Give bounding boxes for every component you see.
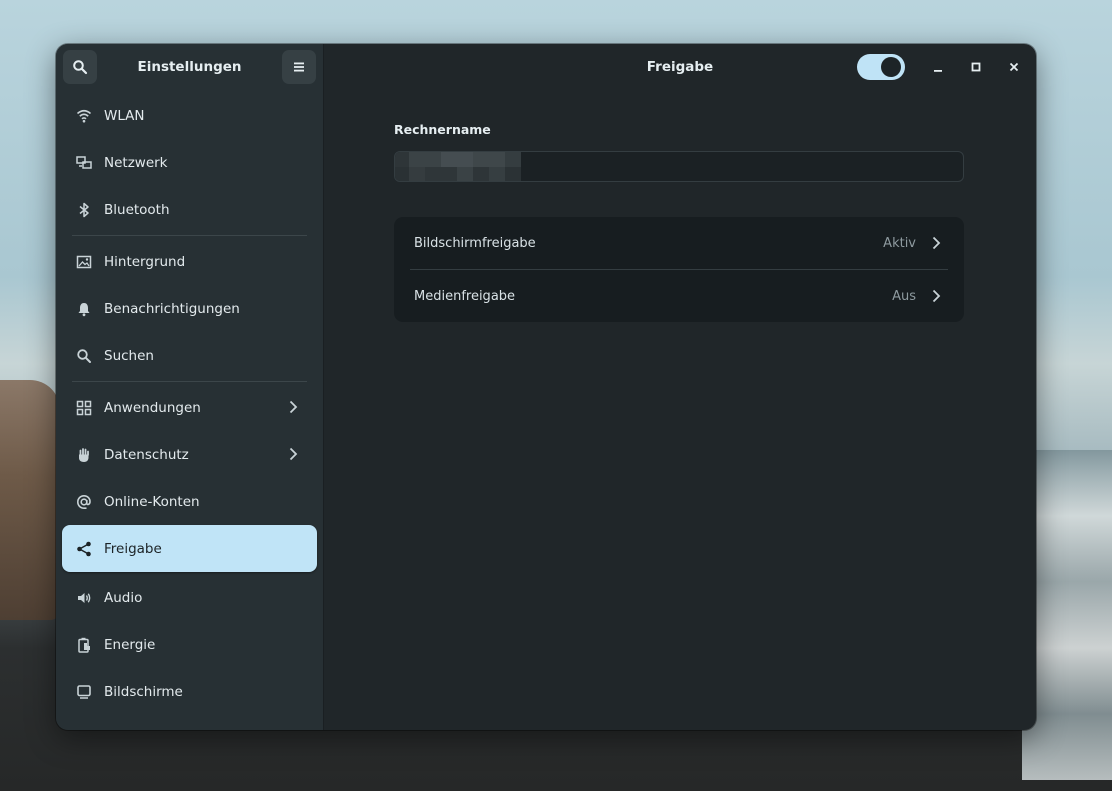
status-label: Aktiv [883, 235, 916, 251]
image-icon [76, 255, 92, 268]
battery-icon [78, 637, 90, 653]
wifi-icon [76, 109, 92, 122]
maximize-button[interactable] [966, 57, 986, 77]
row-label: Medienfreigabe [414, 288, 516, 304]
network-icon [76, 155, 92, 169]
sidebar-item-datenschutz[interactable]: Datenschutz [62, 431, 317, 478]
main-panel: Freigabe Rechnername Bildschirmfreigabe … [324, 44, 1036, 730]
sidebar-item-netzwerk[interactable]: Netzwerk [62, 139, 317, 186]
toggle-knob [881, 57, 901, 77]
sidebar-item-suchen[interactable]: Suchen [62, 332, 317, 379]
status-label: Aus [892, 288, 916, 304]
sidebar-item-energie[interactable]: Energie [62, 621, 317, 668]
at-icon [76, 494, 91, 509]
wallpaper-rock [0, 380, 60, 620]
sidebar-item-label: Freigabe [104, 540, 162, 557]
search-icon [77, 348, 91, 363]
sidebar-item-label: Bildschirme [104, 683, 183, 700]
sidebar-item-online-konten[interactable]: Online-Konten [62, 478, 317, 525]
close-button[interactable] [1004, 57, 1024, 77]
chevron-right-icon [932, 289, 941, 303]
sharing-content: Rechnername Bildschirmfreigabe Aktiv Med… [394, 122, 964, 322]
share-icon [77, 541, 91, 556]
sidebar-item-bildschirme[interactable]: Bildschirme [62, 668, 317, 715]
speaker-icon [78, 592, 91, 603]
minimize-button[interactable] [928, 57, 948, 77]
sidebar-item-benachrichtigungen[interactable]: Benachrichtigungen [62, 285, 317, 332]
sidebar-item-anwendungen[interactable]: Anwendungen [62, 384, 317, 431]
apps-grid-icon [76, 400, 92, 415]
row-label: Bildschirmfreigabe [414, 235, 536, 251]
hamburger-menu-icon [293, 62, 304, 72]
hand-icon [79, 447, 89, 462]
search-button[interactable] [63, 50, 97, 84]
sidebar-nav: WLAN Netzwerk Bluetooth Hintergrund Bena… [56, 90, 323, 715]
sidebar-item-label: Energie [104, 636, 156, 653]
minimize-icon [934, 70, 942, 72]
list-item-media-sharing[interactable]: Medienfreigabe Aus [394, 270, 964, 322]
sidebar-item-bluetooth[interactable]: Bluetooth [62, 186, 317, 233]
close-icon [1009, 62, 1019, 72]
sidebar-item-label: Bluetooth [104, 201, 170, 218]
header-bar: Freigabe [324, 44, 1036, 90]
sidebar-item-label: Suchen [104, 347, 154, 364]
sharing-toggle[interactable] [857, 54, 905, 80]
sidebar: Einstellungen WLAN Netzwerk Bluetooth Hi… [56, 44, 324, 730]
monitor-icon [77, 684, 91, 699]
main-menu-button[interactable] [281, 50, 316, 84]
sidebar-item-hintergrund[interactable]: Hintergrund [62, 238, 317, 285]
sidebar-item-label: Online-Konten [104, 493, 200, 510]
sidebar-item-label: Benachrichtigungen [104, 300, 240, 317]
sidebar-item-audio[interactable]: Audio [62, 574, 317, 621]
hostname-label: Rechnername [394, 122, 491, 137]
sidebar-title: Einstellungen [137, 59, 242, 75]
sidebar-item-label: Anwendungen [104, 399, 201, 416]
search-icon [73, 60, 88, 75]
sidebar-item-label: Datenschutz [104, 446, 189, 463]
sidebar-item-label: WLAN [104, 107, 145, 124]
chevron-right-icon [289, 447, 298, 461]
sidebar-item-freigabe[interactable]: Freigabe [62, 525, 317, 572]
sidebar-item-wlan[interactable]: WLAN [62, 92, 317, 139]
sidebar-separator [72, 381, 307, 382]
sidebar-header: Einstellungen [56, 44, 323, 90]
chevron-right-icon [289, 400, 298, 414]
sidebar-item-label: Audio [104, 589, 143, 606]
bluetooth-icon [79, 202, 89, 217]
sidebar-separator [72, 235, 307, 236]
bell-icon [78, 302, 90, 316]
hostname-field[interactable] [394, 151, 964, 182]
chevron-right-icon [932, 236, 941, 250]
maximize-icon [971, 62, 981, 72]
sharing-services-list: Bildschirmfreigabe Aktiv Medienfreigabe … [394, 217, 964, 322]
sidebar-item-label: Netzwerk [104, 154, 168, 171]
list-item-screen-sharing[interactable]: Bildschirmfreigabe Aktiv [394, 217, 964, 269]
sidebar-item-label: Hintergrund [104, 253, 186, 270]
settings-window: Einstellungen WLAN Netzwerk Bluetooth Hi… [56, 44, 1036, 730]
